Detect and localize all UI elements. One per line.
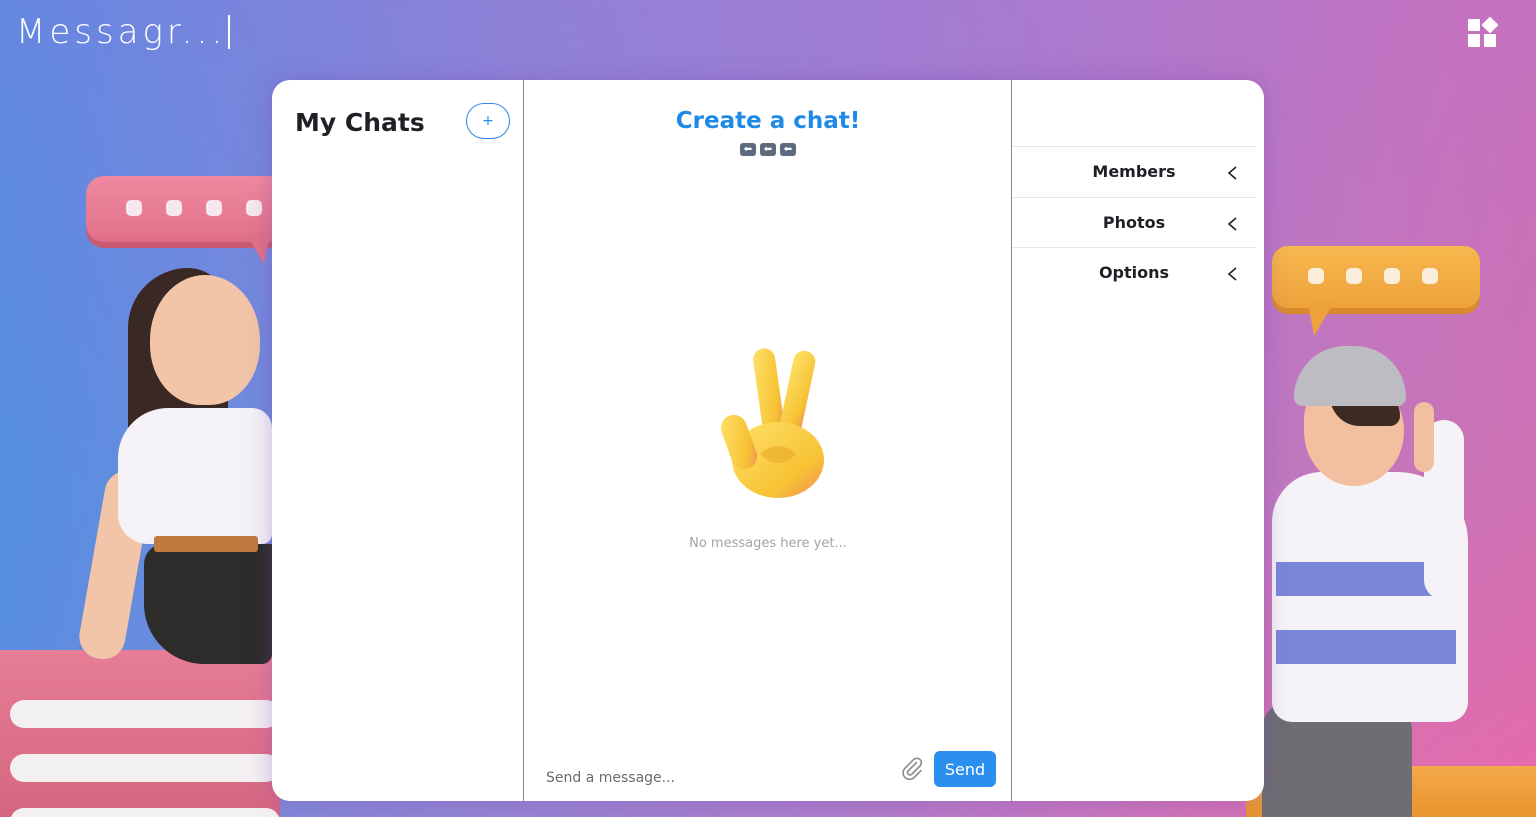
add-chat-button[interactable]: +: [466, 103, 510, 139]
speech-bubble-right: [1272, 246, 1480, 336]
my-chats-title: My Chats: [295, 108, 425, 137]
arrow-row: ⬅ ⬅ ⬅: [740, 143, 796, 156]
arrow-left-icon: ⬅: [780, 143, 796, 156]
options-section[interactable]: Options: [1012, 247, 1256, 298]
send-button[interactable]: Send: [934, 751, 996, 787]
chat-card: My Chats + Create a chat! ⬅ ⬅ ⬅ No messa…: [272, 80, 1264, 801]
chat-details-panel: Members Photos Options: [1012, 80, 1264, 801]
chat-panel: Create a chat! ⬅ ⬅ ⬅ No messages here ye…: [524, 80, 1012, 801]
options-label: Options: [1098, 263, 1170, 282]
paperclip-icon[interactable]: [900, 756, 924, 780]
book-stack: [0, 650, 280, 817]
message-input[interactable]: [546, 764, 886, 792]
chat-title: Create a chat!: [675, 108, 861, 134]
arrow-left-icon: ⬅: [740, 143, 756, 156]
chevron-left-icon: [1227, 217, 1237, 231]
widget-icon[interactable]: [1466, 16, 1500, 50]
text-caret: [228, 15, 231, 49]
app-title: Messagr...: [16, 12, 231, 52]
my-chats-panel: My Chats +: [272, 80, 524, 801]
members-label: Members: [1092, 162, 1176, 181]
empty-state-text: No messages here yet...: [689, 536, 847, 551]
photos-label: Photos: [1102, 213, 1166, 232]
speech-bubble-left: [86, 176, 286, 264]
photos-section[interactable]: Photos: [1012, 197, 1256, 248]
members-section[interactable]: Members: [1012, 146, 1256, 197]
peace-hand-icon: [720, 348, 824, 498]
chevron-left-icon: [1227, 267, 1237, 281]
chevron-left-icon: [1227, 166, 1237, 180]
arrow-left-icon: ⬅: [760, 143, 776, 156]
